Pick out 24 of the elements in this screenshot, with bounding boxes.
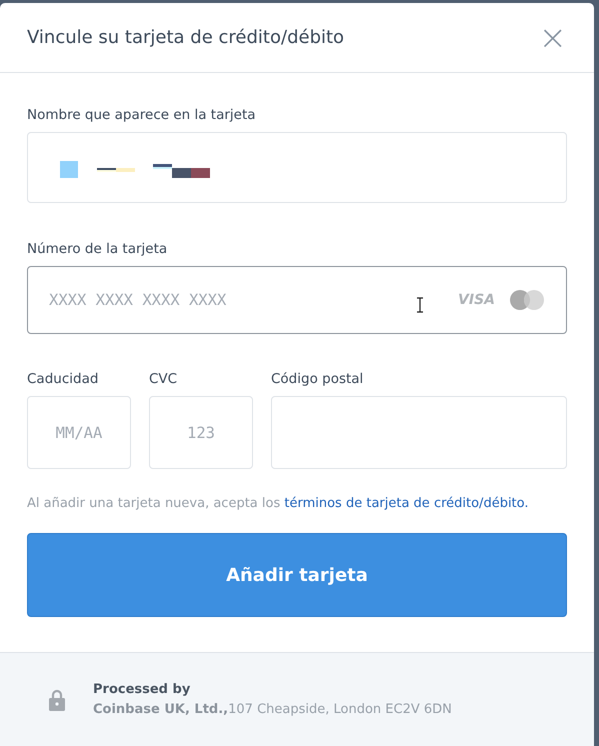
field-placeholder: MM/AA	[56, 424, 102, 442]
processor-address: Coinbase UK, Ltd.,107 Cheapside, London EC2V 6DN	[93, 702, 452, 717]
terms-text: Al añadir una tarjeta nueva, acepta los términos de tarjeta de crédito/débito.	[27, 496, 530, 511]
close-button[interactable]: ×	[538, 20, 567, 54]
input-field[interactable]	[271, 396, 567, 469]
field-label: Número de la tarjeta	[27, 241, 168, 257]
terms-link[interactable]: términos de tarjeta de crédito/débito.	[284, 496, 529, 511]
card-brand-circles-icon	[509, 289, 545, 311]
card-number-placeholder: XXXX XXXX XXXX XXXX	[49, 291, 226, 309]
input-field[interactable]	[27, 132, 567, 203]
text-cursor-icon	[416, 297, 424, 313]
field-label: Nombre que aparece en la tarjeta	[27, 107, 257, 123]
input-field[interactable]: XXXX XXXX XXXX XXXX VISA	[27, 266, 567, 334]
add-card-button[interactable]: Añadir tarjeta	[27, 533, 567, 617]
field-label: Caducidad	[27, 371, 100, 387]
input-field[interactable]: MM/AA	[27, 396, 131, 469]
processed-by-heading: Processed by	[93, 682, 192, 697]
field-placeholder: 123	[187, 424, 215, 442]
lock-icon	[49, 688, 65, 710]
field-label: CVC	[149, 371, 178, 387]
input-field[interactable]: 123	[149, 396, 253, 469]
dialog-title: Vincule su tarjeta de crédito/débito	[27, 27, 344, 48]
field-label: Código postal	[271, 371, 364, 387]
visa-logo: VISA	[458, 292, 495, 308]
